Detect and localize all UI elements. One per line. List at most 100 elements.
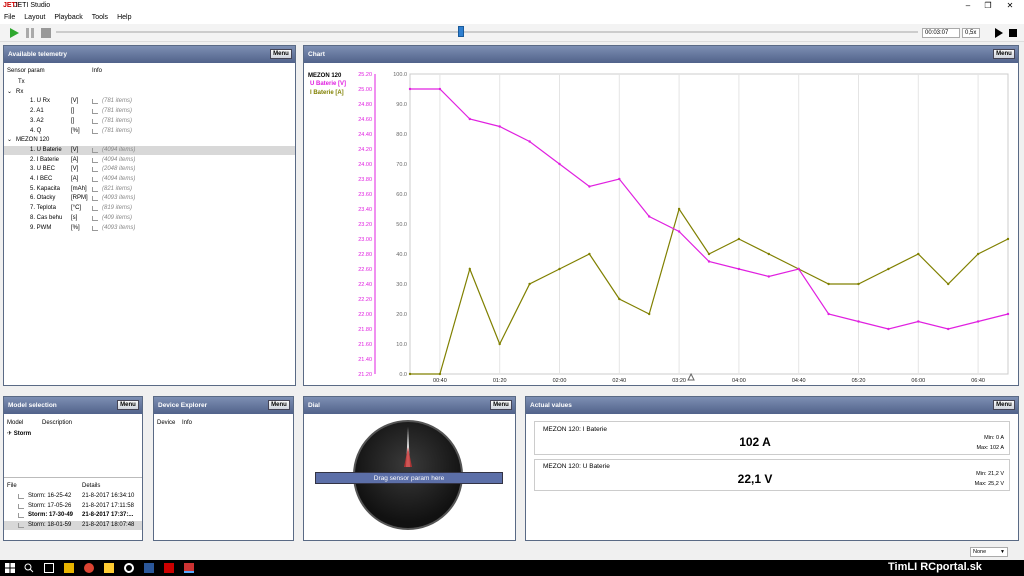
value-card[interactable]: MEZON 120: I Baterie 102 A Min: 0 A Max:… [534, 421, 1010, 455]
telemetry-row[interactable]: ⌄ Rx [4, 88, 295, 97]
telemetry-row[interactable]: 7. Teplota [°C] (819 items) [4, 204, 295, 213]
chart-panel: Chart Menu MEZON 120 U Baterie [V] I Bate… [303, 45, 1019, 386]
telemetry-row[interactable]: 5. Kapacita [mAh] (821 items) [4, 185, 295, 194]
telemetry-row[interactable]: 1. U Baterie [V] (4094 items) [4, 145, 295, 155]
status-bar: None ▼ [0, 544, 1024, 560]
menu-playback[interactable]: Playback [50, 12, 87, 23]
dial-needle-icon [404, 427, 412, 467]
telemetry-row[interactable]: 2. A1 [] (781 items) [4, 107, 295, 116]
value-card-name: MEZON 120: I Baterie [543, 426, 607, 433]
task-view-icon[interactable] [44, 563, 54, 573]
minimize-icon[interactable]: – [958, 1, 978, 11]
file-row[interactable]: Storm: 17-05-26 21-8-2017 17:11:58 [4, 502, 142, 511]
chrome-icon[interactable] [84, 563, 94, 573]
file-name: Storm: 16-25-42 [28, 493, 72, 499]
telemetry-param-unit: [V] [71, 146, 79, 153]
data-point-current [737, 237, 741, 241]
telemetry-row[interactable]: 3. A2 [] (781 items) [4, 117, 295, 126]
x-tick-label: 02:00 [553, 378, 567, 384]
data-point-current [618, 297, 621, 301]
dial-menu-button[interactable]: Menu [490, 400, 512, 410]
telemetry-row[interactable]: 6. Otacky [RPM] (4093 items) [4, 194, 295, 203]
left-tick-label: 23.20 [358, 222, 372, 228]
menu-tools[interactable]: Tools [88, 12, 113, 23]
file-row[interactable]: Storm: 17-30-49 21-8-2017 17:37:... [4, 511, 142, 520]
close-icon[interactable]: ✕ [1000, 1, 1020, 11]
telemetry-param-unit: [%] [71, 224, 80, 231]
search-icon[interactable] [24, 563, 34, 573]
col-device: Device [157, 420, 176, 426]
speed-select[interactable]: 0,5x [962, 28, 980, 38]
telemetry-param-name: MEZON 120 [16, 137, 50, 144]
model-menu-button[interactable]: Menu [117, 400, 139, 410]
col-file: File [7, 483, 17, 489]
left-tick-label: 21.60 [358, 342, 372, 348]
value-card[interactable]: MEZON 120: U Baterie 22,1 V Min: 21,2 V … [534, 459, 1010, 491]
value-card-max: Max: 25,2 V [974, 481, 1004, 487]
telemetry-item-count: (2048 items) [102, 166, 136, 173]
file-explorer-icon[interactable] [64, 563, 74, 573]
acrobat-icon[interactable] [164, 563, 174, 573]
pause-icon[interactable] [24, 27, 36, 39]
menu-file[interactable]: File [0, 12, 20, 23]
stop-icon[interactable] [40, 27, 52, 39]
expand-chevron-icon[interactable]: ⌄ [7, 88, 12, 97]
telemetry-item-count: (4094 items) [102, 146, 136, 153]
actual-menu-button[interactable]: Menu [993, 400, 1015, 410]
log-file-icon [18, 522, 24, 528]
timeline-thumb[interactable] [458, 26, 465, 37]
telemetry-row[interactable]: 3. U BEC [V] (2048 items) [4, 165, 295, 174]
chart-menu-button[interactable]: Menu [993, 49, 1015, 59]
playhead-marker-icon [687, 372, 695, 381]
telemetry-row[interactable]: 2. I Baterie [A] (4094 items) [4, 156, 295, 165]
play-icon[interactable] [8, 27, 20, 39]
telemetry-row[interactable]: Tx [4, 78, 295, 87]
x-tick-label: 00:40 [433, 378, 447, 384]
file-details: 21-8-2017 17:37:... [82, 512, 134, 518]
word-icon[interactable] [144, 563, 154, 573]
telemetry-param-name: Rx [16, 88, 24, 95]
chart-icon [92, 196, 98, 202]
telemetry-row[interactable]: 4. Q [%] (781 items) [4, 127, 295, 136]
log-file-icon [18, 513, 24, 518]
jeti-studio-taskbar-icon[interactable] [184, 563, 194, 573]
device-menu-button[interactable]: Menu [268, 400, 290, 410]
status-combo[interactable]: None ▼ [970, 547, 1008, 557]
data-point-current [498, 342, 501, 346]
model-row-storm[interactable]: ✈ Storm [7, 430, 31, 437]
data-point-voltage [767, 275, 770, 278]
telemetry-row[interactable]: 1. U Rx [V] (781 items) [4, 97, 295, 106]
left-tick-label: 25.00 [358, 87, 372, 93]
sticky-notes-icon[interactable] [104, 563, 114, 573]
telemetry-row[interactable]: 9. PWM [%] (4093 items) [4, 224, 295, 233]
end-stop-icon[interactable] [1008, 28, 1018, 38]
telemetry-row[interactable]: 8. Cas behu [s] (409 items) [4, 214, 295, 223]
data-point-voltage [707, 260, 711, 263]
telemetry-row[interactable]: ⌄ MEZON 120 [4, 136, 295, 145]
file-row[interactable]: Storm: 18-01-59 21-8-2017 18:07:48 [4, 520, 142, 530]
time-field[interactable]: 00:03:07 [922, 28, 960, 38]
telemetry-menu-button[interactable]: Menu [270, 49, 292, 59]
expand-chevron-icon[interactable]: ⌄ [7, 136, 12, 145]
windows-start-icon[interactable] [5, 563, 15, 573]
chart-title: Chart [308, 51, 325, 58]
value-card-value: 22,1 V [737, 472, 773, 486]
telemetry-chart[interactable]: 00:40 01:20 02:00 02:40 03:20 04:00 04:40 05:20… [304, 64, 1018, 385]
telemetry-item-count: (821 items) [102, 185, 133, 192]
menu-layout[interactable]: Layout [20, 12, 50, 23]
telemetry-item-count: (4093 items) [102, 224, 136, 231]
chart-icon [92, 206, 98, 212]
restore-icon[interactable]: ❐ [978, 1, 998, 11]
x-tick-label: 04:00 [732, 378, 746, 384]
settings-icon[interactable] [124, 563, 134, 573]
next-play-icon[interactable] [994, 27, 1004, 39]
file-row[interactable]: Storm: 16-25-42 21-8-2017 16:34:10 [4, 492, 142, 501]
left-tick-label: 24.60 [358, 117, 372, 123]
timeline-track[interactable] [56, 31, 918, 33]
telemetry-param-name: 4. Q [30, 127, 42, 134]
dial-drop-target[interactable]: Drag sensor param here [315, 472, 503, 484]
col-model: Model [7, 420, 24, 426]
data-point-voltage [797, 267, 800, 271]
telemetry-row[interactable]: 4. I BEC [A] (4094 items) [4, 175, 295, 184]
menu-help[interactable]: Help [113, 12, 136, 23]
